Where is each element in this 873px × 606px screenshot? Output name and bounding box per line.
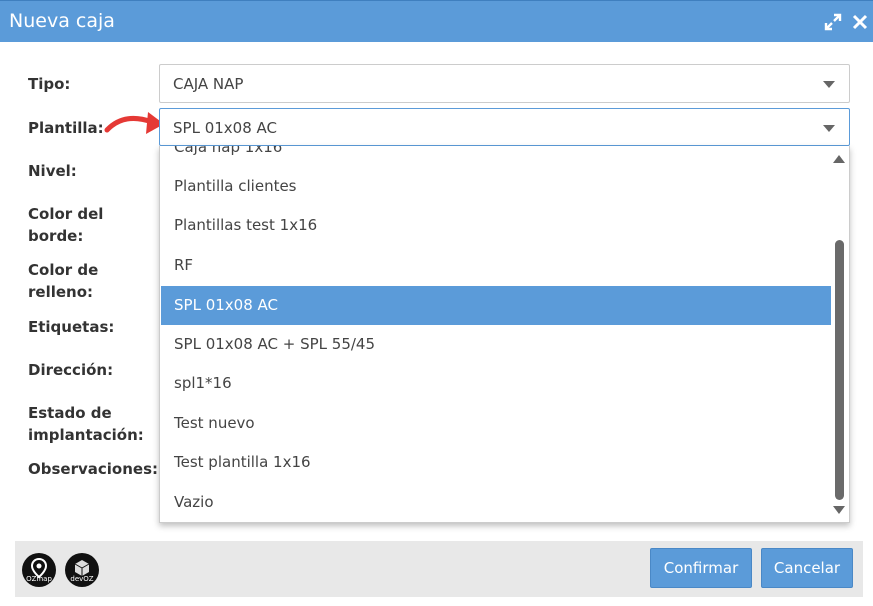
chevron-down-icon (823, 125, 835, 132)
dropdown-option[interactable]: Vazio (161, 483, 831, 522)
label-color-borde: Color del borde: (28, 205, 104, 245)
cancel-button[interactable]: Cancelar (761, 548, 853, 588)
chevron-down-icon (823, 81, 835, 88)
close-icon[interactable] (851, 13, 869, 31)
label-estado: Estado de implantación: (28, 404, 144, 444)
ozmap-logo: OZmap (22, 553, 56, 587)
label-color-relleno: Color de relleno: (28, 261, 99, 301)
tipo-select[interactable]: CAJA NAP (159, 64, 850, 103)
label-etiquetas: Etiquetas: (28, 318, 115, 336)
devoz-logo: devOZ (65, 553, 99, 587)
label-tipo: Tipo: (28, 75, 71, 93)
dropdown-option[interactable]: Test plantilla 1x16 (161, 443, 831, 482)
tipo-select-value: CAJA NAP (173, 75, 244, 93)
dialog-titlebar: Nueva caja (0, 0, 873, 42)
dropdown-option[interactable]: SPL 01x08 AC + SPL 55/45 (161, 325, 831, 364)
plantilla-select[interactable]: SPL 01x08 AC (159, 108, 850, 146)
scroll-down-icon[interactable] (833, 506, 845, 514)
dropdown-option-selected[interactable]: SPL 01x08 AC (161, 286, 831, 325)
annotation-arrow-icon (104, 112, 164, 134)
scroll-up-icon[interactable] (833, 155, 845, 163)
plantilla-select-value: SPL 01x08 AC (173, 119, 277, 137)
label-plantilla: Plantilla: (28, 119, 104, 137)
dialog-title: Nueva caja (9, 10, 115, 32)
dropdown-option[interactable]: Caja nap 1x16 (161, 146, 831, 167)
plantilla-dropdown-list[interactable]: Caja nap 1x16 Plantilla clientes Plantil… (159, 146, 850, 523)
scrollbar-thumb[interactable] (835, 240, 844, 500)
dropdown-option[interactable]: Plantilla clientes (161, 167, 831, 206)
dropdown-option[interactable]: RF (161, 246, 831, 285)
dropdown-option[interactable]: spl1*16 (161, 364, 831, 403)
dropdown-option[interactable]: Test nuevo (161, 404, 831, 443)
label-nivel: Nivel: (28, 162, 77, 180)
confirm-button[interactable]: Confirmar (650, 548, 752, 588)
dropdown-option[interactable]: Plantillas test 1x16 (161, 206, 831, 245)
label-observaciones: Observaciones: (28, 460, 159, 478)
label-direccion: Dirección: (28, 361, 114, 379)
maximize-icon[interactable] (824, 13, 842, 31)
dialog-footer: OZmap devOZ Confirmar Cancelar (15, 541, 863, 597)
